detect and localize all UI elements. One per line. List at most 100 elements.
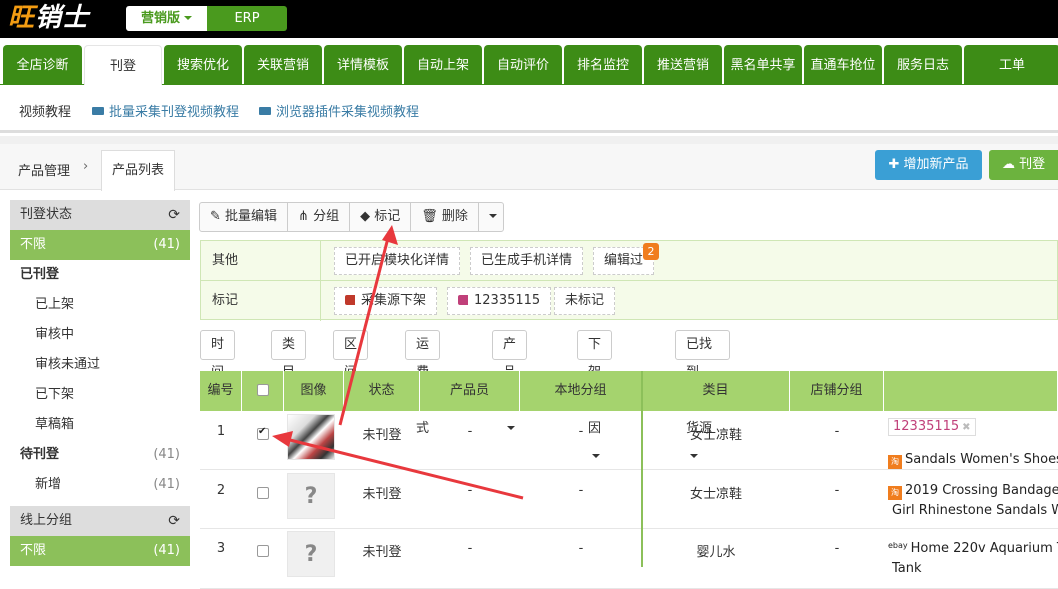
video-camera-icon: [92, 107, 104, 115]
product-title-line[interactable]: 淘 2019 Crossing Bandage T: [888, 483, 1058, 500]
dropdown-staff[interactable]: 产品员: [492, 330, 528, 430]
col-header-6: 类目: [642, 371, 790, 411]
logo: 旺销士: [8, 3, 90, 33]
sidebar-item-drafts[interactable]: 草稿箱: [10, 410, 190, 440]
sidebar-item-new[interactable]: 新增 (41): [10, 470, 190, 500]
product-title-line[interactable]: 淘 Sandals Women's Shoes: [888, 452, 1058, 469]
product-thumbnail[interactable]: [287, 414, 335, 460]
col-header-1: [242, 371, 284, 411]
tab-9[interactable]: 黑名单共享: [724, 45, 802, 85]
dropdown-shipping[interactable]: 运费方式: [405, 330, 441, 436]
row-number: 2: [216, 483, 226, 498]
select-all-checkbox[interactable]: [256, 384, 269, 396]
sidebar-item-listed[interactable]: 已上架: [10, 290, 190, 320]
row-status: 未刊登: [362, 428, 402, 443]
row-checkbox[interactable]: [257, 426, 269, 440]
tab-6[interactable]: 自动评价: [484, 45, 562, 85]
ebay-icon: ebay: [888, 541, 908, 550]
dropdown-category[interactable]: 类目: [271, 330, 307, 380]
tab-5[interactable]: 自动上架: [404, 45, 482, 85]
plus-icon: ✚: [888, 157, 904, 172]
product-title-line[interactable]: ebay Home 220v Aquarium Tu: [888, 541, 1058, 556]
table-row[interactable]: 3? 未刊登 - - 婴儿水 - ebay Home 220v Aquarium Tu Tank: [200, 529, 1058, 589]
tab-12[interactable]: 工单: [964, 45, 1058, 85]
mark-button[interactable]: ◆ 标记: [350, 203, 412, 231]
add-product-button[interactable]: ✚ 增加新产品: [875, 150, 982, 180]
refresh-icon[interactable]: ⟳: [168, 200, 180, 230]
chip-unmarked[interactable]: 未标记: [554, 287, 616, 315]
filter-row-other: 其他 已开启模块化详情 已生成手机详情 编辑过: [201, 241, 1058, 281]
col-header-2: 图像: [284, 371, 344, 411]
tag-icon: [458, 295, 468, 305]
video-link-batch[interactable]: 批量采集刊登视频教程: [92, 101, 239, 120]
row-number: 1: [216, 424, 226, 439]
mode-erp-button[interactable]: ERP: [207, 6, 287, 31]
row-status: 未刊登: [362, 487, 402, 502]
dropdown-1688-source[interactable]: 已找到1688货源: [675, 330, 731, 458]
chip-modular-detail[interactable]: 已开启模块化详情: [334, 247, 461, 275]
product-thumbnail[interactable]: ?: [287, 531, 335, 577]
more-dropdown-button[interactable]: [479, 203, 503, 231]
product-title-line[interactable]: Tank: [892, 561, 922, 576]
row-checkbox[interactable]: [257, 487, 269, 499]
sidebar-group-all[interactable]: 不限 (41): [10, 536, 190, 566]
sidebar-item-delisted[interactable]: 已下架: [10, 380, 190, 410]
publish-button[interactable]: ☁ 刊登: [989, 150, 1058, 180]
row-checkbox-cell: [242, 426, 284, 444]
refresh-icon[interactable]: ⟳: [168, 506, 180, 536]
row-checkbox[interactable]: [257, 545, 269, 557]
row-shop-group: -: [834, 424, 840, 439]
col-header-8: [884, 371, 1058, 411]
edit-icon: ✎: [210, 209, 226, 224]
chevron-right-icon: ›: [83, 159, 89, 174]
video-link-plugin[interactable]: 浏览器插件采集视频教程: [259, 101, 419, 120]
tab-8[interactable]: 推送营销: [644, 45, 722, 85]
filter-label-mark: 标记: [201, 281, 321, 321]
tag-close-icon[interactable]: ✖: [962, 422, 970, 433]
caret-down-icon: [488, 214, 497, 218]
sidebar-group-header: 线上分组 ⟳: [10, 506, 190, 536]
edited-count-badge: 2: [643, 243, 659, 260]
dropdown-time[interactable]: 时间: [200, 330, 236, 402]
chip-mobile-detail[interactable]: 已生成手机详情: [470, 247, 584, 275]
sidebar-item-all[interactable]: 不限 (41): [10, 230, 190, 260]
table-row[interactable]: 2? 未刊登 - - 女士凉鞋 - 淘 2019 Crossing Bandage T Girl…: [200, 471, 1058, 529]
divider: [0, 136, 1058, 144]
tab-10[interactable]: 直通车抢位: [804, 45, 882, 85]
table-row[interactable]: 1 未刊登 - - 女士凉鞋 - 淘Sandals Women's Shoes 1233511…: [200, 412, 1058, 470]
dropdown-range[interactable]: 区间: [333, 330, 369, 402]
row-tag[interactable]: 12335115 ✖: [888, 418, 976, 436]
col-header-7: 店铺分组: [790, 371, 884, 411]
top-bar: 旺销士 营销版 ERP: [0, 0, 1058, 38]
delete-button[interactable]: 🗑 删除: [411, 203, 479, 231]
batch-edit-button[interactable]: ✎ 批量编辑: [200, 203, 289, 231]
chip-source-delisted[interactable]: 采集源下架: [334, 287, 438, 315]
main-nav-tabs: 全店诊断 刊登 搜索优化 关联营销 详情模板 自动上架 自动评价 排名监控 推送营销 黑名单共享直…: [0, 45, 1058, 85]
tab-7[interactable]: 排名监控: [564, 45, 642, 85]
breadcrumb-root[interactable]: 产品管理: [18, 160, 70, 179]
breadcrumb-current-tab[interactable]: 产品列表: [101, 150, 175, 191]
tab-3[interactable]: 关联营销: [244, 45, 322, 85]
tab-0[interactable]: 全店诊断: [3, 45, 82, 85]
tab-11[interactable]: 服务日志: [884, 45, 962, 85]
col-header-0: 编号: [200, 371, 242, 411]
row-staff: -: [467, 424, 473, 439]
row-category: 女士凉鞋: [689, 428, 742, 443]
sidebar-item-published[interactable]: 已刊登: [10, 260, 190, 290]
row-category: 女士凉鞋: [689, 487, 742, 502]
product-title-line[interactable]: Girl Rhinestone Sandals Wo: [892, 503, 1058, 518]
product-thumbnail[interactable]: ?: [287, 473, 335, 519]
group-button[interactable]: ⋔ 分组: [288, 203, 351, 231]
row-local-group: -: [578, 483, 584, 498]
row-staff: -: [467, 483, 473, 498]
chip-tag-12335115[interactable]: 12335115: [447, 287, 552, 315]
filter-panel: 其他 已开启模块化详情 已生成手机详情 编辑过 标记 采集源下架 1233511…: [200, 240, 1058, 321]
tab-4[interactable]: 详情模板: [324, 45, 402, 85]
sidebar-item-rejected[interactable]: 审核未通过: [10, 350, 190, 380]
dropdown-delist-reason[interactable]: 下架原因: [577, 330, 613, 458]
sidebar-item-reviewing[interactable]: 审核中: [10, 320, 190, 350]
mode-marketing-button[interactable]: 营销版: [126, 6, 207, 31]
tab-1[interactable]: 刊登: [84, 45, 162, 85]
sidebar-item-pending[interactable]: 待刊登 (41): [10, 440, 190, 470]
tab-2[interactable]: 搜索优化: [164, 45, 242, 85]
